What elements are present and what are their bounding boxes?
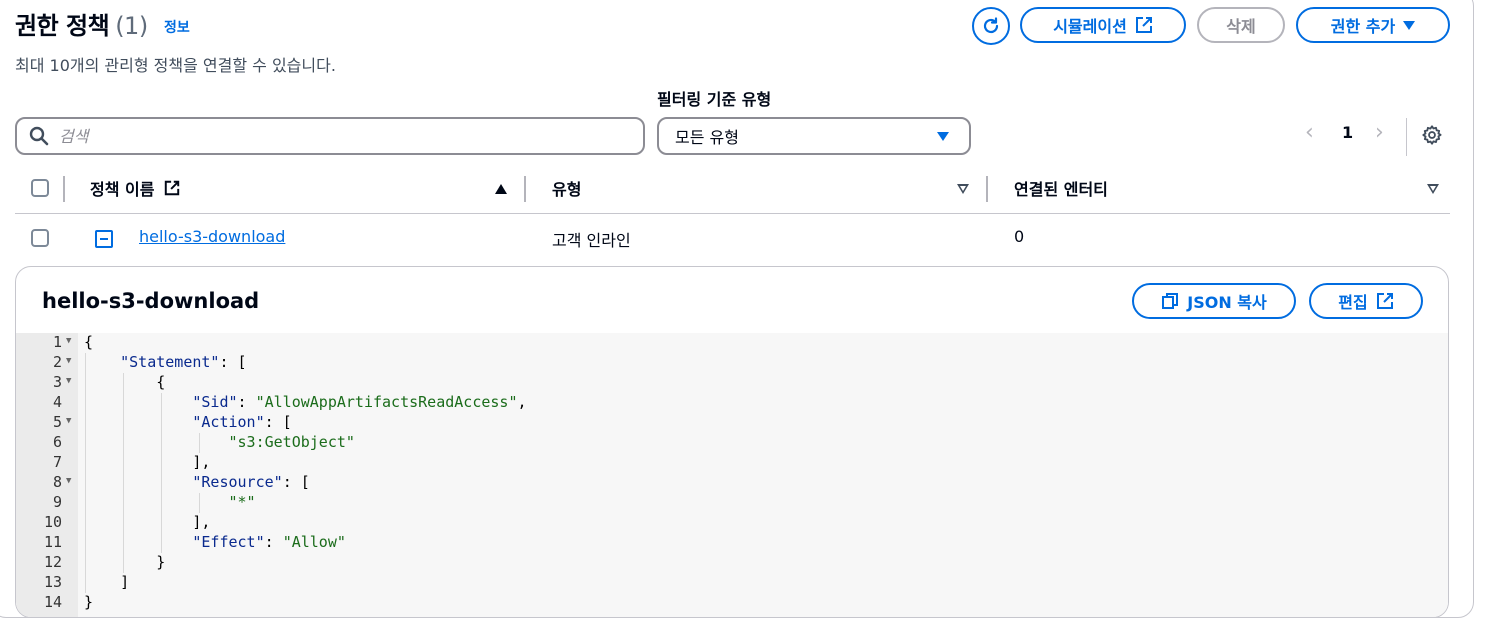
caret-down-icon bbox=[937, 132, 949, 141]
line-number-gutter: 1 2 3 4 5 6 7 8 9 10 11 12 13 14 ▼ ▼ ▼ ▼… bbox=[16, 333, 78, 617]
code-line: "*" bbox=[228, 493, 256, 511]
json-code-editor[interactable]: 1 2 3 4 5 6 7 8 9 10 11 12 13 14 ▼ ▼ ▼ ▼… bbox=[16, 333, 1448, 617]
code-line: "Effect": "Allow" bbox=[192, 533, 346, 551]
refresh-button[interactable] bbox=[972, 7, 1010, 45]
line-number: 12 bbox=[43, 553, 62, 571]
gear-icon bbox=[1422, 125, 1442, 145]
sort-ascending-icon[interactable] bbox=[495, 184, 507, 194]
code-line: "Action": [ bbox=[192, 413, 292, 431]
fold-toggle-icon[interactable]: ▼ bbox=[66, 376, 71, 386]
type-filter-select[interactable]: 모든 유형 bbox=[657, 117, 971, 155]
copy-icon bbox=[1162, 293, 1179, 309]
line-number: 4 bbox=[52, 393, 62, 411]
policy-type: 고객 인라인 bbox=[552, 231, 631, 250]
column-header-policy-name[interactable]: 정책 이름 bbox=[90, 176, 180, 200]
code-line: "s3:GetObject" bbox=[228, 433, 355, 451]
copy-json-button[interactable]: JSON 복사 bbox=[1132, 283, 1296, 319]
code-line: "Sid": "AllowAppArtifactsReadAccess", bbox=[192, 393, 527, 411]
previous-page-button[interactable]: ‹ bbox=[1305, 120, 1314, 145]
code-line: { bbox=[156, 373, 166, 391]
policy-name-link[interactable]: hello-s3-download bbox=[139, 227, 285, 246]
search-input[interactable] bbox=[57, 125, 621, 147]
column-label: 정책 이름 bbox=[90, 180, 155, 199]
line-number: 8 bbox=[52, 473, 62, 491]
subtitle: 최대 10개의 관리형 정책을 연결할 수 있습니다. bbox=[15, 56, 336, 75]
row-checkbox[interactable] bbox=[31, 229, 49, 247]
column-header-type[interactable]: 유형 bbox=[552, 176, 581, 200]
title-text: 권한 정책 bbox=[15, 12, 110, 40]
code-line: ], bbox=[192, 453, 211, 471]
collapse-row-icon[interactable] bbox=[95, 230, 113, 248]
line-number: 3 bbox=[52, 373, 62, 391]
current-page[interactable]: 1 bbox=[1342, 123, 1353, 142]
type-filter-value: 모든 유형 bbox=[675, 128, 739, 147]
add-permission-button[interactable]: 권한 추가 bbox=[1296, 7, 1450, 43]
fold-toggle-icon[interactable]: ▼ bbox=[66, 476, 71, 486]
type-filter-label: 필터링 기준 유형 bbox=[657, 90, 772, 109]
sort-icon[interactable] bbox=[957, 184, 969, 194]
refresh-icon bbox=[983, 17, 999, 34]
code-line: ], bbox=[192, 513, 211, 531]
title-count: (1) bbox=[115, 12, 148, 40]
pager-divider bbox=[1406, 118, 1407, 156]
search-box[interactable] bbox=[15, 117, 645, 155]
line-number: 10 bbox=[43, 513, 62, 531]
policy-detail-panel: hello-s3-download JSON 복사 편집 1 2 3 4 5 6… bbox=[15, 266, 1449, 618]
page-title: 권한 정책 (1) bbox=[15, 6, 148, 41]
search-icon bbox=[29, 126, 49, 146]
column-divider bbox=[524, 176, 526, 202]
code-line: } bbox=[156, 553, 166, 571]
sort-icon[interactable] bbox=[1427, 184, 1439, 194]
edit-button[interactable]: 편집 bbox=[1309, 283, 1423, 319]
delete-button[interactable]: 삭제 bbox=[1197, 7, 1285, 43]
fold-toggle-icon[interactable]: ▼ bbox=[66, 356, 71, 366]
code-line: "Resource": [ bbox=[192, 473, 310, 491]
line-number: 6 bbox=[52, 433, 62, 451]
line-number: 7 bbox=[52, 453, 62, 471]
info-link[interactable]: 정보 bbox=[164, 17, 190, 37]
select-all-checkbox[interactable] bbox=[31, 179, 49, 197]
caret-down-icon bbox=[1403, 20, 1416, 30]
column-header-attached-entities[interactable]: 연결된 엔터티 bbox=[1014, 176, 1108, 200]
external-link-icon bbox=[164, 180, 180, 196]
line-number: 14 bbox=[43, 593, 62, 611]
line-number: 13 bbox=[43, 573, 62, 591]
column-divider bbox=[63, 176, 65, 202]
line-number: 9 bbox=[52, 493, 62, 511]
fold-toggle-icon[interactable]: ▼ bbox=[66, 336, 71, 346]
next-page-button[interactable]: › bbox=[1375, 120, 1384, 145]
code-line: { bbox=[84, 333, 94, 351]
simulator-label: 시뮬레이션 bbox=[1053, 17, 1127, 36]
edit-label: 편집 bbox=[1338, 293, 1368, 312]
code-line: } bbox=[84, 593, 94, 611]
line-number: 11 bbox=[43, 533, 62, 551]
delete-label: 삭제 bbox=[1226, 17, 1256, 36]
line-number: 2 bbox=[52, 353, 62, 371]
add-permission-label: 권한 추가 bbox=[1330, 17, 1396, 36]
preferences-button[interactable] bbox=[1421, 124, 1443, 150]
header-divider bbox=[15, 213, 1450, 214]
policy-detail-title: hello-s3-download bbox=[42, 289, 260, 313]
code-line: ] bbox=[120, 573, 130, 591]
line-number: 5 bbox=[52, 413, 62, 431]
external-link-icon bbox=[1376, 293, 1393, 309]
simulator-button[interactable]: 시뮬레이션 bbox=[1020, 7, 1186, 43]
copy-json-label: JSON 복사 bbox=[1187, 293, 1267, 312]
line-number: 1 bbox=[52, 333, 62, 351]
attached-entities-count: 0 bbox=[1014, 227, 1025, 246]
code-line: "Statement": [ bbox=[120, 353, 247, 371]
external-link-icon bbox=[1135, 17, 1152, 33]
fold-toggle-icon[interactable]: ▼ bbox=[66, 416, 71, 426]
column-divider bbox=[986, 176, 988, 202]
